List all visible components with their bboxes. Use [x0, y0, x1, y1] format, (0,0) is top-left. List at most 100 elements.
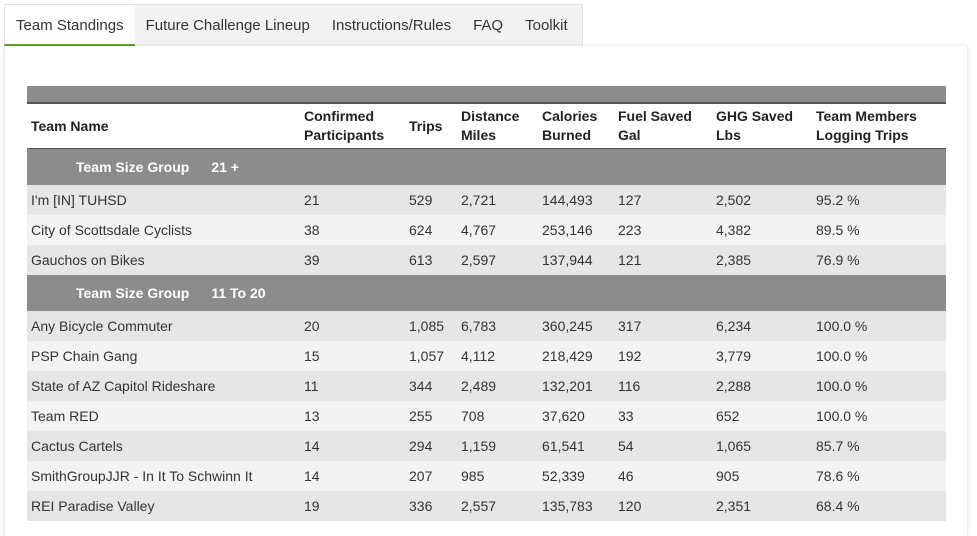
group-header-row: Team Size Group 11 To 20 — [27, 275, 946, 311]
logging-cell: 100.0 % — [812, 401, 946, 431]
confirmed-cell: 15 — [300, 341, 405, 371]
confirmed-cell: 11 — [300, 371, 405, 401]
ghg-cell: 905 — [712, 461, 812, 491]
fuel-cell: 54 — [614, 431, 712, 461]
header-fuel-saved[interactable]: Fuel Saved Gal — [614, 103, 712, 149]
table-row: Any Bicycle Commuter 20 1,085 6,783 360,245 3… — [27, 311, 946, 341]
table-row: I'm [IN] TUHSD 21 529 2,721 144,493 127 2,502 9… — [27, 185, 946, 215]
confirmed-cell: 21 — [300, 185, 405, 215]
team-name-cell: I'm [IN] TUHSD — [27, 185, 300, 215]
calories-cell: 135,783 — [538, 491, 614, 521]
tab-instructions-rules[interactable]: Instructions/Rules — [320, 4, 463, 46]
ghg-cell: 652 — [712, 401, 812, 431]
trips-cell: 1,085 — [405, 311, 457, 341]
trips-cell: 207 — [405, 461, 457, 491]
header-distance-miles[interactable]: Distance Miles — [457, 103, 538, 149]
calories-cell: 37,620 — [538, 401, 614, 431]
logging-cell: 89.5 % — [812, 215, 946, 245]
table-row: PSP Chain Gang 15 1,057 4,112 218,429 192 3,77… — [27, 341, 946, 371]
group-header: Team Size Group 11 To 20 — [27, 275, 946, 311]
team-name-cell: Gauchos on Bikes — [27, 245, 300, 275]
trips-cell: 624 — [405, 215, 457, 245]
distance-cell: 2,557 — [457, 491, 538, 521]
ghg-cell: 2,385 — [712, 245, 812, 275]
tab-toolkit[interactable]: Toolkit — [514, 4, 583, 46]
table-row: Team RED 13 255 708 37,620 33 652 100.0 % — [27, 401, 946, 431]
confirmed-cell: 39 — [300, 245, 405, 275]
calories-cell: 52,339 — [538, 461, 614, 491]
distance-cell: 4,112 — [457, 341, 538, 371]
ghg-cell: 4,382 — [712, 215, 812, 245]
fuel-cell: 127 — [614, 185, 712, 215]
trips-cell: 613 — [405, 245, 457, 275]
fuel-cell: 46 — [614, 461, 712, 491]
trips-cell: 294 — [405, 431, 457, 461]
table-row: Gauchos on Bikes 39 613 2,597 137,944 121 2,38… — [27, 245, 946, 275]
group-header-row: Team Size Group 21 + — [27, 148, 946, 185]
table-body: Team Size Group 21 + I'm [IN] TUHSD 21 529 2,… — [27, 148, 946, 521]
table-row: Cactus Cartels 14 294 1,159 61,541 54 1,065 85.… — [27, 431, 946, 461]
logging-cell: 78.6 % — [812, 461, 946, 491]
team-name-cell: State of AZ Capitol Rideshare — [27, 371, 300, 401]
table-header-row: Team Name Confirmed Participants Trips D… — [27, 103, 946, 149]
logging-cell: 100.0 % — [812, 341, 946, 371]
group-label: Team Size Group — [76, 159, 190, 175]
header-team-members-logging[interactable]: Team Members Logging Trips — [812, 103, 946, 149]
confirmed-cell: 38 — [300, 215, 405, 245]
group-label: Team Size Group — [76, 285, 190, 301]
fuel-cell: 120 — [614, 491, 712, 521]
header-team-name[interactable]: Team Name — [27, 103, 300, 149]
table-row: State of AZ Capitol Rideshare 11 344 2,489 1… — [27, 371, 946, 401]
table-top-bar — [27, 86, 946, 104]
calories-cell: 253,146 — [538, 215, 614, 245]
fuel-cell: 317 — [614, 311, 712, 341]
logging-cell: 100.0 % — [812, 371, 946, 401]
ghg-cell: 6,234 — [712, 311, 812, 341]
logging-cell: 76.9 % — [812, 245, 946, 275]
team-name-cell: PSP Chain Gang — [27, 341, 300, 371]
logging-cell: 85.7 % — [812, 431, 946, 461]
tab-faq[interactable]: FAQ — [462, 4, 515, 46]
distance-cell: 1,159 — [457, 431, 538, 461]
logging-cell: 68.4 % — [812, 491, 946, 521]
group-header: Team Size Group 21 + — [27, 148, 946, 185]
distance-cell: 6,783 — [457, 311, 538, 341]
header-confirmed-participants[interactable]: Confirmed Participants — [300, 103, 405, 149]
ghg-cell: 2,288 — [712, 371, 812, 401]
calories-cell: 61,541 — [538, 431, 614, 461]
ghg-cell: 2,351 — [712, 491, 812, 521]
standings-table: Team Name Confirmed Participants Trips D… — [27, 86, 946, 521]
fuel-cell: 33 — [614, 401, 712, 431]
team-name-cell: Team RED — [27, 401, 300, 431]
calories-cell: 137,944 — [538, 245, 614, 275]
fuel-cell: 121 — [614, 245, 712, 275]
trips-cell: 1,057 — [405, 341, 457, 371]
header-calories-burned[interactable]: Calories Burned — [538, 103, 614, 149]
distance-cell: 2,489 — [457, 371, 538, 401]
group-range: 21 + — [211, 159, 239, 175]
tab-bar: Team Standings Future Challenge Lineup I… — [4, 4, 583, 46]
confirmed-cell: 13 — [300, 401, 405, 431]
ghg-cell: 3,779 — [712, 341, 812, 371]
header-trips[interactable]: Trips — [405, 103, 457, 149]
trips-cell: 344 — [405, 371, 457, 401]
tab-panel: Team Name Confirmed Participants Trips D… — [4, 46, 968, 536]
calories-cell: 360,245 — [538, 311, 614, 341]
trips-cell: 336 — [405, 491, 457, 521]
group-range: 11 To 20 — [211, 285, 266, 301]
ghg-cell: 1,065 — [712, 431, 812, 461]
calories-cell: 218,429 — [538, 341, 614, 371]
trips-cell: 255 — [405, 401, 457, 431]
team-name-cell: SmithGroupJJR - In It To Schwinn It — [27, 461, 300, 491]
calories-cell: 144,493 — [538, 185, 614, 215]
distance-cell: 708 — [457, 401, 538, 431]
team-name-cell: Any Bicycle Commuter — [27, 311, 300, 341]
confirmed-cell: 19 — [300, 491, 405, 521]
tab-future-challenge-lineup[interactable]: Future Challenge Lineup — [134, 4, 321, 46]
tab-team-standings[interactable]: Team Standings — [4, 4, 135, 46]
team-name-cell: Cactus Cartels — [27, 431, 300, 461]
team-name-cell: REI Paradise Valley — [27, 491, 300, 521]
distance-cell: 2,721 — [457, 185, 538, 215]
table-row: City of Scottsdale Cyclists 38 624 4,767 253… — [27, 215, 946, 245]
header-ghg-saved[interactable]: GHG Saved Lbs — [712, 103, 812, 149]
